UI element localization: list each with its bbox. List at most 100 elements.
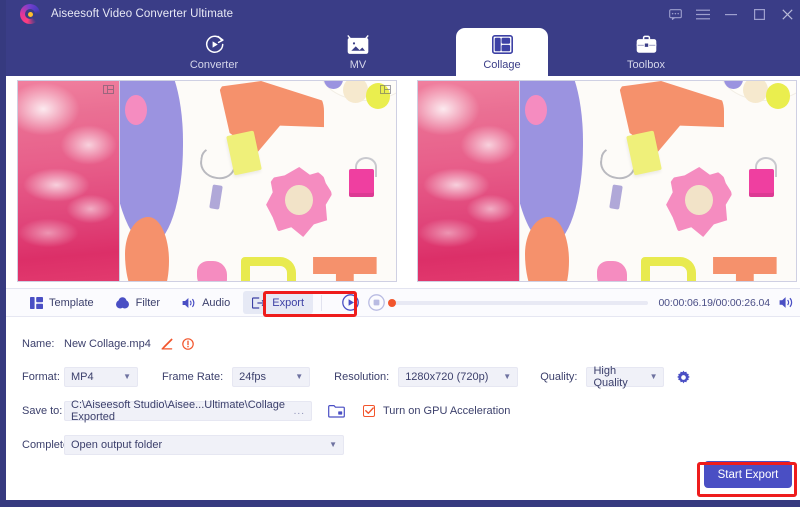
tab-mv-label: MV xyxy=(349,58,367,71)
collage-cell-1-left[interactable] xyxy=(17,80,120,282)
tool-filter-label: Filter xyxy=(135,296,161,309)
tool-export[interactable]: Export xyxy=(243,291,314,314)
complete-row: Complete: Open output folder ▼ xyxy=(6,431,800,459)
start-export-area: Start Export xyxy=(704,461,792,488)
craft-flower-center xyxy=(685,185,714,215)
quality-value: High Quality xyxy=(593,365,628,389)
main-tab-bar: Converter MV Collage Toolbox xyxy=(6,28,800,76)
stop-icon[interactable] xyxy=(368,294,385,311)
resolution-select[interactable]: 1280x720 (720p) ▼ xyxy=(398,367,519,387)
aiseesoft-logo-icon xyxy=(20,4,40,24)
converter-icon xyxy=(204,34,225,56)
gpu-acceleration-checkbox[interactable] xyxy=(363,405,375,417)
maximize-icon[interactable] xyxy=(746,1,772,27)
template-icon xyxy=(29,296,43,309)
audio-icon xyxy=(182,297,196,309)
collage-cell-2-right[interactable] xyxy=(519,80,797,282)
saveto-path-value: C:\Aiseesoft Studio\Aisee...Ultimate\Col… xyxy=(71,399,285,423)
tool-template-label: Template xyxy=(49,296,94,309)
name-row: Name: New Collage.mp4 xyxy=(6,330,800,358)
gear-icon[interactable] xyxy=(676,370,691,385)
craft-flower-center xyxy=(285,185,314,215)
quality-select[interactable]: High Quality ▼ xyxy=(586,365,665,389)
title-bar: Aiseesoft Video Converter Ultimate xyxy=(6,0,800,28)
app-title: Aiseesoft Video Converter Ultimate xyxy=(51,8,234,20)
tab-collage-label: Collage xyxy=(483,58,521,71)
format-row: Format: MP4 ▼ Frame Rate: 24fps ▼ Resolu… xyxy=(6,363,800,391)
output-name-value: New Collage.mp4 xyxy=(64,338,151,350)
collage-editor-pane[interactable] xyxy=(6,76,406,288)
filter-icon xyxy=(116,296,130,309)
format-label: Format: xyxy=(22,371,60,383)
timecode-display: 00:00:06.19/00:00:26.04 xyxy=(658,296,770,309)
craft-pink-small-shape xyxy=(596,261,628,281)
collage-preview-pane[interactable] xyxy=(406,76,800,288)
tab-collage[interactable]: Collage xyxy=(456,28,548,76)
craft-yellow-dot xyxy=(765,83,791,109)
saveto-path-input[interactable]: C:\Aiseesoft Studio\Aisee...Ultimate\Col… xyxy=(64,399,312,423)
collage-cell-2-left[interactable] xyxy=(119,80,397,282)
tab-toolbox-label: Toolbox xyxy=(627,58,665,71)
framerate-value: 24fps xyxy=(239,371,267,383)
warning-info-icon[interactable] xyxy=(182,338,194,350)
craft-orange-t-letter xyxy=(313,257,377,281)
start-export-button[interactable]: Start Export xyxy=(704,461,792,488)
gpu-acceleration-label: Turn on GPU Acceleration xyxy=(383,405,511,417)
playhead-handle[interactable] xyxy=(388,298,397,307)
quality-label: Quality: xyxy=(540,371,578,383)
playback-progress-bar[interactable] xyxy=(388,298,649,307)
grid-resize-icon[interactable] xyxy=(102,85,114,94)
close-icon[interactable] xyxy=(774,1,800,27)
framerate-select[interactable]: 24fps ▼ xyxy=(232,367,311,387)
grid-resize-icon[interactable] xyxy=(379,85,391,94)
export-icon xyxy=(252,296,266,309)
menu-icon[interactable] xyxy=(690,1,716,27)
framerate-label: Frame Rate: xyxy=(162,371,224,383)
toolbar-divider xyxy=(321,294,323,311)
feedback-icon[interactable] xyxy=(662,1,688,27)
complete-action-value: Open output folder xyxy=(71,439,163,451)
toolbox-icon xyxy=(636,34,657,56)
name-label: Name: xyxy=(22,338,55,350)
volume-icon[interactable] xyxy=(779,296,794,309)
tab-converter[interactable]: Converter xyxy=(168,28,260,76)
saveto-row: Save to: C:\Aiseesoft Studio\Aisee...Ult… xyxy=(6,397,800,425)
mv-icon xyxy=(347,34,369,56)
craft-pink-clip xyxy=(348,169,374,197)
collage-cell-1-right[interactable] xyxy=(417,80,520,282)
craft-clothespin xyxy=(208,184,223,210)
format-value: MP4 xyxy=(71,371,94,383)
resolution-value: 1280x720 (720p) xyxy=(405,371,489,383)
tool-template[interactable]: Template xyxy=(20,291,103,314)
tab-toolbox[interactable]: Toolbox xyxy=(600,28,692,76)
pencil-edit-icon[interactable] xyxy=(161,338,173,350)
tool-and-player-bar: Template Filter Audio Export 00:00:06.19… xyxy=(6,288,800,317)
preview-area xyxy=(6,76,800,288)
chevron-down-icon: ▼ xyxy=(329,440,337,449)
collage-canvas-left[interactable] xyxy=(17,80,397,282)
open-folder-icon[interactable] xyxy=(328,404,345,418)
tool-audio[interactable]: Audio xyxy=(173,291,239,314)
playback-controls xyxy=(342,294,385,311)
craft-pink-small-shape xyxy=(196,261,228,281)
collage-canvas-right[interactable] xyxy=(417,80,797,282)
format-select[interactable]: MP4 ▼ xyxy=(64,367,138,387)
craft-orange-t-letter xyxy=(713,257,777,281)
browse-button[interactable]: ... xyxy=(294,406,305,417)
chevron-down-icon: ▼ xyxy=(123,372,131,381)
tab-mv[interactable]: MV xyxy=(312,28,404,76)
app-window: Aiseesoft Video Converter Ultimate Conve… xyxy=(0,0,800,507)
tool-audio-label: Audio xyxy=(202,296,231,309)
play-icon[interactable] xyxy=(342,294,359,311)
craft-yellow-letter xyxy=(641,257,697,281)
minimize-icon[interactable] xyxy=(718,1,744,27)
complete-action-select[interactable]: Open output folder ▼ xyxy=(64,435,344,455)
resolution-label: Resolution: xyxy=(334,371,390,383)
tab-converter-label: Converter xyxy=(189,58,239,71)
window-controls xyxy=(662,0,800,28)
chevron-down-icon: ▼ xyxy=(649,372,658,381)
export-settings-panel: Name: New Collage.mp4 Format: MP4 ▼ Fram… xyxy=(6,317,800,500)
complete-label: Complete: xyxy=(22,439,73,451)
tool-filter[interactable]: Filter xyxy=(107,291,169,314)
collage-icon xyxy=(491,34,513,56)
